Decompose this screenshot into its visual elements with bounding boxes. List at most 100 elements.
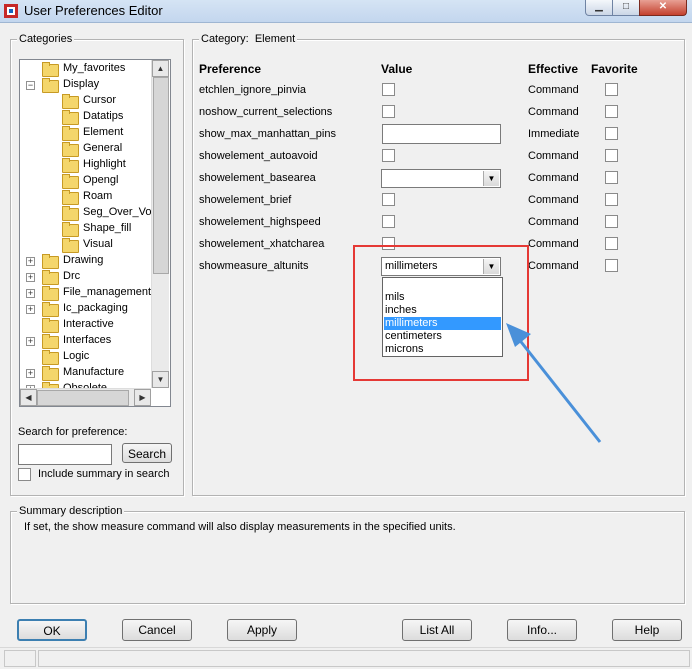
value-column-header: Value xyxy=(381,62,413,76)
maximize-button[interactable]: □ xyxy=(612,0,640,16)
tree-item-label: Drc xyxy=(63,270,81,282)
tree-item[interactable]: + Ic_packaging xyxy=(20,301,151,317)
folder-icon xyxy=(62,110,79,125)
value-checkbox[interactable] xyxy=(382,105,395,118)
expand-icon[interactable]: + xyxy=(26,289,35,298)
tree-item-label: Drawing xyxy=(63,254,104,266)
cancel-button[interactable]: Cancel xyxy=(122,619,192,641)
tree-item[interactable]: Cursor xyxy=(20,93,151,109)
value-combo[interactable]: ▼ xyxy=(381,169,501,188)
tree-item[interactable]: Datatips xyxy=(20,109,151,125)
folder-icon xyxy=(42,318,59,333)
folder-icon xyxy=(42,302,59,317)
close-button[interactable]: ✕ xyxy=(639,0,687,16)
expand-icon[interactable]: + xyxy=(26,337,35,346)
minimize-button[interactable]: ▁ xyxy=(585,0,613,16)
tree-item-label: Manufacture xyxy=(63,366,125,378)
tree-item[interactable]: Visual xyxy=(20,237,151,253)
tree-item[interactable]: − Display xyxy=(20,77,151,93)
tree-item-label: Datatips xyxy=(83,110,124,122)
expand-icon[interactable]: + xyxy=(26,369,35,378)
scroll-up-icon[interactable]: ▲ xyxy=(152,60,169,77)
annotation-arrow-icon xyxy=(506,323,602,443)
search-input[interactable] xyxy=(18,444,112,465)
title-bar: User Preferences Editor ▁ □ ✕ xyxy=(0,0,692,23)
tree-item[interactable]: My_favorites xyxy=(20,61,151,77)
tree-item[interactable]: Logic xyxy=(20,349,151,365)
category-tree[interactable]: My_favorites − Display Cursor Datatips Elemen… xyxy=(19,59,171,407)
expand-icon[interactable]: + xyxy=(26,305,35,314)
value-checkbox[interactable] xyxy=(382,83,395,96)
favorite-checkbox[interactable] xyxy=(605,193,618,206)
tree-item-label: My_favorites xyxy=(63,62,126,74)
tree-item[interactable]: Opengl xyxy=(20,173,151,189)
app-icon xyxy=(4,4,18,18)
tree-item[interactable]: + Interfaces xyxy=(20,333,151,349)
folder-icon xyxy=(62,238,79,253)
tree-item[interactable]: Highlight xyxy=(20,157,151,173)
tree-item[interactable]: Seg_Over_Voi xyxy=(20,205,151,221)
tree-item[interactable]: Element xyxy=(20,125,151,141)
preference-column-header: Preference xyxy=(199,62,262,76)
value-checkbox[interactable] xyxy=(382,193,395,206)
favorite-checkbox[interactable] xyxy=(605,259,618,272)
value-checkbox[interactable] xyxy=(382,149,395,162)
collapse-icon[interactable]: − xyxy=(26,81,35,90)
info-button[interactable]: Info... xyxy=(507,619,577,641)
tree-horizontal-scrollbar[interactable]: ◀ ▶ xyxy=(20,388,151,406)
tree-item[interactable]: Interactive xyxy=(20,317,151,333)
preference-name: showelement_basearea xyxy=(199,172,316,184)
expand-icon[interactable]: + xyxy=(26,257,35,266)
help-button[interactable]: Help xyxy=(612,619,682,641)
tree-item[interactable]: Roam xyxy=(20,189,151,205)
window-title: User Preferences Editor xyxy=(24,3,163,18)
tree-item[interactable]: + Drawing xyxy=(20,253,151,269)
tree-item[interactable]: +Obsolete xyxy=(20,381,151,388)
favorite-checkbox[interactable] xyxy=(605,127,618,140)
preference-name: showelement_xhatcharea xyxy=(199,238,325,250)
chevron-down-icon[interactable]: ▼ xyxy=(483,171,499,186)
favorite-checkbox[interactable] xyxy=(605,105,618,118)
tree-item-label: Roam xyxy=(83,190,113,202)
tree-items: My_favorites − Display Cursor Datatips Elemen… xyxy=(20,60,151,388)
ok-button[interactable]: OK xyxy=(17,619,87,641)
preference-name: etchlen_ignore_pinvia xyxy=(199,84,307,96)
folder-icon xyxy=(62,126,79,141)
search-button[interactable]: Search xyxy=(122,443,172,463)
effective-column-header: Effective xyxy=(528,62,579,76)
scroll-right-icon[interactable]: ▶ xyxy=(134,389,151,406)
scroll-thumb[interactable] xyxy=(153,77,169,274)
tree-item-label: Cursor xyxy=(83,94,117,106)
tree-item-label: File_management xyxy=(63,286,151,298)
folder-icon xyxy=(42,254,59,269)
value-checkbox[interactable] xyxy=(382,215,395,228)
categories-label: Categories xyxy=(17,33,75,45)
favorite-checkbox[interactable] xyxy=(605,171,618,184)
category-label: Category: Element xyxy=(199,33,298,45)
tree-item-label: Opengl xyxy=(83,174,119,186)
value-text-field[interactable] xyxy=(382,124,501,144)
favorite-checkbox[interactable] xyxy=(605,83,618,96)
scroll-left-icon[interactable]: ◀ xyxy=(20,389,37,406)
tree-item[interactable]: General xyxy=(20,141,151,157)
list-all-button[interactable]: List All xyxy=(402,619,472,641)
tree-item[interactable]: Shape_fill xyxy=(20,221,151,237)
include-summary-checkbox[interactable] xyxy=(18,468,31,481)
favorite-checkbox[interactable] xyxy=(605,215,618,228)
folder-icon xyxy=(42,270,59,285)
preference-name: showelement_brief xyxy=(199,194,292,206)
tree-item[interactable]: + File_management xyxy=(20,285,151,301)
apply-button[interactable]: Apply xyxy=(227,619,297,641)
folder-icon xyxy=(62,190,79,205)
tree-vertical-scrollbar[interactable]: ▲ ▼ xyxy=(151,60,169,388)
expand-icon[interactable]: + xyxy=(26,273,35,282)
effective-value: Command xyxy=(528,216,579,228)
scroll-down-icon[interactable]: ▼ xyxy=(152,371,169,388)
tree-item[interactable]: + Manufacture xyxy=(20,365,151,381)
tree-item[interactable]: + Drc xyxy=(20,269,151,285)
tree-item-label: Element xyxy=(83,126,124,138)
folder-icon xyxy=(62,174,79,189)
hscroll-thumb[interactable] xyxy=(37,390,129,406)
favorite-checkbox[interactable] xyxy=(605,237,618,250)
favorite-checkbox[interactable] xyxy=(605,149,618,162)
